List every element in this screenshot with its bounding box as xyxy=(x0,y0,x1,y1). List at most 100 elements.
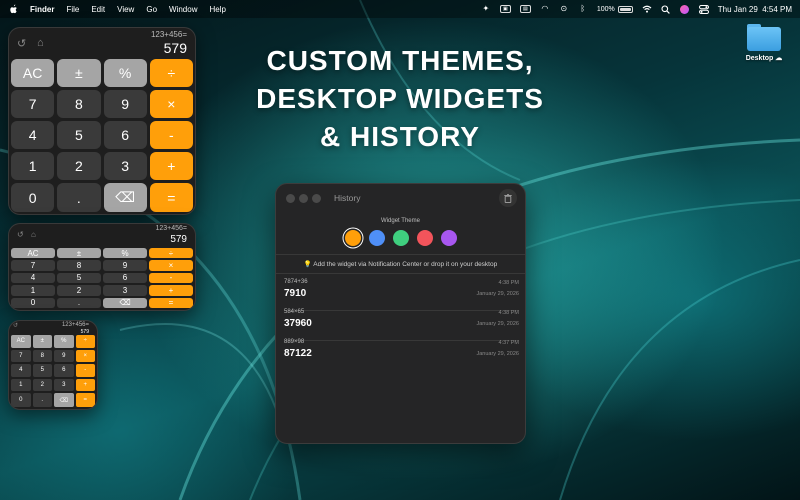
menu-go[interactable]: Go xyxy=(146,5,157,14)
minimize-button[interactable] xyxy=(299,194,308,203)
menu-edit[interactable]: Edit xyxy=(91,5,105,14)
key-digit-3-button[interactable]: 3 xyxy=(103,152,147,180)
key-digit-2-button[interactable]: 2 xyxy=(57,152,101,180)
key-plus-button[interactable]: + xyxy=(75,378,95,392)
battery-icon[interactable] xyxy=(617,5,633,13)
key-decimal-button[interactable]: . xyxy=(57,183,101,212)
key-digit-0-button[interactable]: 0 xyxy=(11,297,55,308)
history-icon[interactable]: ↺ xyxy=(17,37,26,50)
key-divide-button[interactable]: ÷ xyxy=(149,59,193,87)
key-digit-8-button[interactable]: 8 xyxy=(32,349,52,363)
key-clear-button[interactable]: AC xyxy=(11,59,55,87)
key-digit-1-button[interactable]: 1 xyxy=(11,378,31,392)
key-digit-7-button[interactable]: 7 xyxy=(11,260,55,271)
key-digit-8-button[interactable]: 8 xyxy=(57,90,101,118)
menu-view[interactable]: View xyxy=(117,5,134,14)
mouse-icon[interactable]: ⌂ xyxy=(37,37,44,49)
key-equals-button[interactable]: = xyxy=(149,183,193,212)
key-clear-button[interactable]: AC xyxy=(11,248,55,259)
key-equals-button[interactable]: = xyxy=(75,393,95,407)
history-entry[interactable]: 889×98 87122 4:37 PM January 29, 2026 xyxy=(284,339,519,367)
menu-window[interactable]: Window xyxy=(169,5,197,14)
zoom-button[interactable] xyxy=(312,194,321,203)
key-minus-button[interactable]: - xyxy=(75,364,95,377)
key-digit-8-button[interactable]: 8 xyxy=(57,260,101,271)
key-digit-4-button[interactable]: 4 xyxy=(11,121,55,149)
control-center-icon[interactable] xyxy=(698,4,709,14)
sparkle-icon[interactable]: ✦ xyxy=(481,5,491,14)
history-icon[interactable]: ↺ xyxy=(17,230,24,239)
close-button[interactable] xyxy=(286,194,295,203)
key-digit-7-button[interactable]: 7 xyxy=(11,90,55,118)
key-digit-4-button[interactable]: 4 xyxy=(11,272,55,284)
calculator-widget-medium[interactable]: ↺ ⌂ 123+456= 579 AC ±% ÷ 7 8 9 × 4 5 6- 1 2 3 +0. ⌫ = xyxy=(8,223,196,311)
key-plus-minus-button[interactable]: ± xyxy=(57,248,101,259)
key-percent-button[interactable]: % xyxy=(103,248,147,259)
key-digit-9-button[interactable]: 9 xyxy=(54,349,74,363)
display-icon[interactable]: ▤ xyxy=(519,5,531,13)
key-clear-button[interactable]: AC xyxy=(11,335,31,348)
key-digit-1-button[interactable]: 1 xyxy=(11,285,55,296)
menu-app-name[interactable]: Finder xyxy=(30,5,54,14)
key-divide-button[interactable]: ÷ xyxy=(75,335,95,348)
key-digit-3-button[interactable]: 3 xyxy=(54,378,74,392)
key-digit-0-button[interactable]: 0 xyxy=(11,183,55,212)
search-icon[interactable] xyxy=(661,4,671,14)
key-equals-button[interactable]: = xyxy=(149,297,193,308)
key-digit-7-button[interactable]: 7 xyxy=(11,349,31,363)
theme-swatch-2[interactable] xyxy=(368,230,385,246)
mouse-icon[interactable]: ⌂ xyxy=(31,230,36,239)
bluetooth-icon[interactable]: ᛒ xyxy=(578,5,588,14)
desktop-folder[interactable]: Desktop ☁ xyxy=(740,24,788,62)
apple-icon[interactable] xyxy=(8,4,18,14)
key-digit-2-button[interactable]: 2 xyxy=(57,285,101,296)
calculator-widget-small[interactable]: ↺ 123+456= 57 9 AC ±% ÷ 7 8 9 × 4 5 6- 1 2 3 +0. ⌫ = xyxy=(8,320,98,410)
key-plus-minus-button[interactable]: ± xyxy=(32,335,52,348)
play-icon[interactable]: ⊙ xyxy=(559,5,569,14)
key-digit-5-button[interactable]: 5 xyxy=(57,272,101,284)
key-digit-6-button[interactable]: 6 xyxy=(103,272,147,284)
theme-swatch-1[interactable] xyxy=(344,230,361,246)
screen-icon[interactable]: ▣ xyxy=(499,5,511,13)
key-digit-0-button[interactable]: 0 xyxy=(11,393,31,407)
key-digit-1-button[interactable]: 1 xyxy=(11,152,55,180)
key-digit-6-button[interactable]: 6 xyxy=(54,364,74,377)
key-percent-button[interactable]: % xyxy=(54,335,74,348)
key-digit-5-button[interactable]: 5 xyxy=(57,121,101,149)
trash-icon[interactable] xyxy=(499,189,517,207)
theme-swatch-3[interactable] xyxy=(392,230,409,246)
key-plus-minus-button[interactable]: ± xyxy=(57,59,101,87)
key-backspace-button[interactable]: ⌫ xyxy=(103,183,147,212)
menu-file[interactable]: File xyxy=(66,5,79,14)
calculator-widget-large[interactable]: ↺ ⌂ 123+456= 579 AC ±% ÷ 7 8 9 × 4 5 6- 1 2 3 +0. ⌫ = xyxy=(8,27,196,215)
key-minus-button[interactable]: - xyxy=(149,121,193,149)
key-backspace-button[interactable]: ⌫ xyxy=(54,393,74,407)
key-digit-4-button[interactable]: 4 xyxy=(11,364,31,377)
menu-help[interactable]: Help xyxy=(209,5,225,14)
key-digit-9-button[interactable]: 9 xyxy=(103,90,147,118)
key-backspace-button[interactable]: ⌫ xyxy=(103,297,147,308)
user-icon[interactable] xyxy=(680,4,690,14)
wifi-icon[interactable] xyxy=(642,5,652,14)
key-multiply-button[interactable]: × xyxy=(75,349,95,363)
history-entry[interactable]: 7874+36 7910 4:38 PM January 29, 2026 xyxy=(284,279,519,307)
key-decimal-button[interactable]: . xyxy=(57,297,101,308)
theme-swatch-5[interactable] xyxy=(440,230,457,246)
key-plus-button[interactable]: + xyxy=(149,285,193,296)
key-divide-button[interactable]: ÷ xyxy=(149,248,193,259)
history-entry[interactable]: 584×65 37960 4:38 PM January 29, 2026 xyxy=(284,309,519,337)
history-icon[interactable]: ↺ xyxy=(13,322,18,329)
menu-clock[interactable]: Thu Jan 29 4:54 PM xyxy=(718,5,792,14)
key-digit-3-button[interactable]: 3 xyxy=(103,285,147,296)
key-percent-button[interactable]: % xyxy=(103,59,147,87)
key-plus-button[interactable]: + xyxy=(149,152,193,180)
key-digit-5-button[interactable]: 5 xyxy=(32,364,52,377)
key-digit-6-button[interactable]: 6 xyxy=(103,121,147,149)
key-decimal-button[interactable]: . xyxy=(32,393,52,407)
key-multiply-button[interactable]: × xyxy=(149,90,193,118)
key-multiply-button[interactable]: × xyxy=(149,260,193,271)
key-digit-2-button[interactable]: 2 xyxy=(32,378,52,392)
theme-swatch-4[interactable] xyxy=(416,230,433,246)
airplay-icon[interactable]: ◠ xyxy=(540,5,550,14)
key-digit-9-button[interactable]: 9 xyxy=(103,260,147,271)
